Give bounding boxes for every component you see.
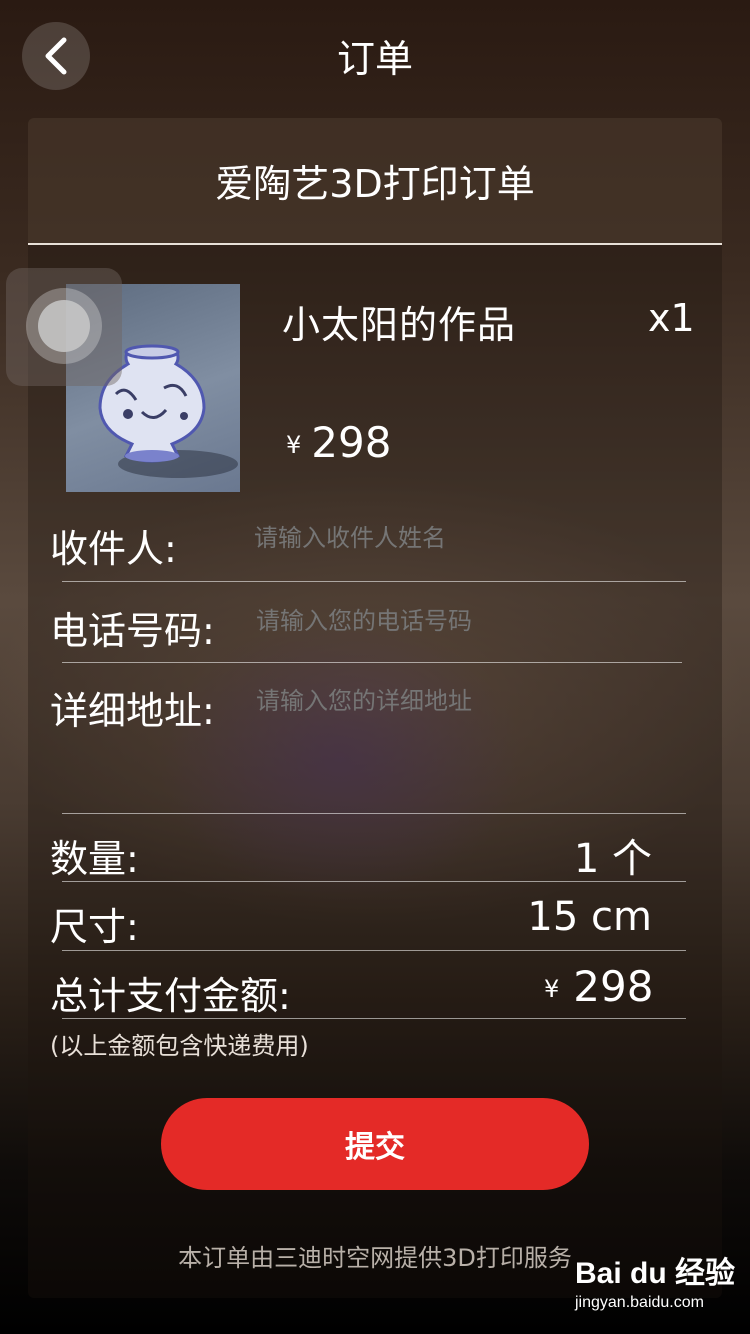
price-value: 298 (311, 418, 392, 467)
currency-symbol: ¥ (286, 431, 302, 459)
baidu-jingyan-watermark: Bai du 经验 jingyan.baidu.com (575, 1248, 735, 1312)
assistive-touch-button[interactable] (6, 268, 122, 386)
size-label: 尺寸: (50, 905, 139, 949)
total-label: 总计支付金额: (50, 974, 291, 1018)
total-amount: ¥298 (544, 962, 653, 1011)
page-title: 订单 (336, 37, 413, 81)
divider (62, 950, 686, 951)
watermark-logo: Bai du 经验 (575, 1257, 736, 1290)
phone-label: 电话号码: (50, 609, 215, 653)
quantity-label: 数量: (50, 837, 139, 881)
divider (62, 581, 686, 582)
quantity-value: 1 个 (573, 836, 652, 882)
total-value: 298 (573, 962, 654, 1011)
address-input[interactable] (256, 687, 676, 715)
fee-note: (以上金额包含快递费用) (50, 1032, 309, 1060)
submit-button[interactable]: 提交 (161, 1098, 589, 1190)
divider (62, 881, 686, 882)
card-title: 爱陶艺3D打印订单 (28, 118, 722, 245)
divider (62, 1018, 686, 1019)
divider (62, 662, 682, 663)
product-price: ¥298 (286, 418, 391, 467)
address-label: 详细地址: (50, 689, 215, 733)
product-name: 小太阳的作品 (282, 303, 517, 347)
size-value: 15 cm (527, 894, 652, 940)
recipient-input[interactable] (254, 524, 674, 552)
divider (62, 813, 686, 814)
recipient-label: 收件人: (50, 527, 177, 571)
watermark-url: jingyan.baidu.com (575, 1294, 704, 1311)
phone-input[interactable] (256, 607, 676, 635)
product-quantity: x1 (648, 296, 695, 340)
currency-symbol: ¥ (544, 975, 560, 1003)
